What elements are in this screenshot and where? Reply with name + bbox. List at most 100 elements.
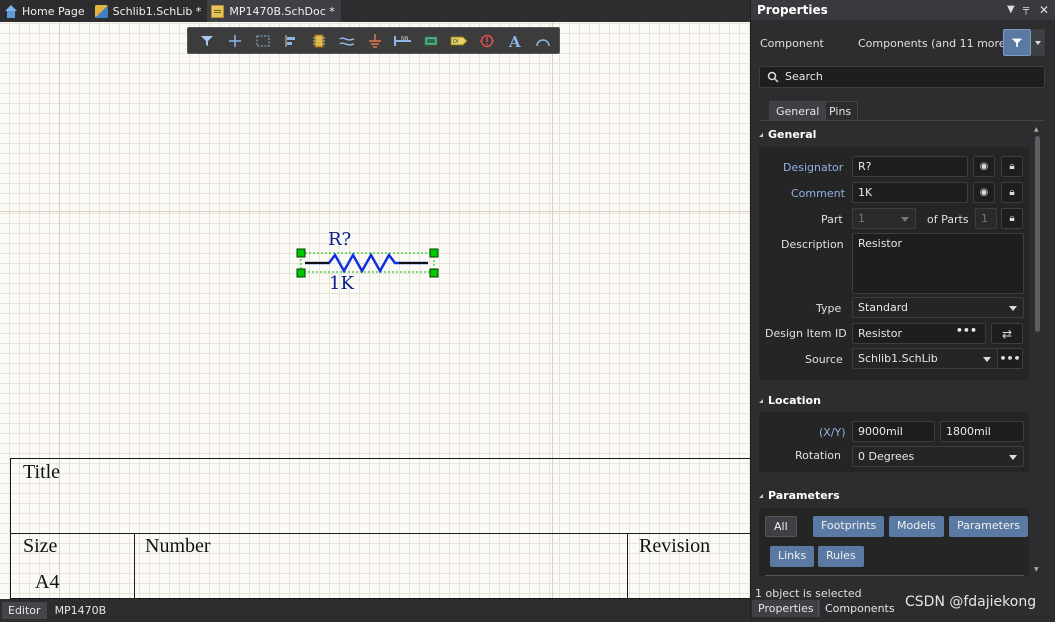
scroll-down-icon[interactable]: ▼ bbox=[1034, 566, 1039, 573]
home-icon bbox=[4, 4, 17, 18]
more-icon[interactable]: ••• bbox=[956, 324, 977, 337]
comment-lock-button[interactable]: 🔒︎ bbox=[1001, 182, 1023, 203]
filter-footprints-button[interactable]: Footprints bbox=[813, 516, 885, 537]
active-bar-toolbar: NN DI A bbox=[187, 27, 560, 54]
panel-menu-icon[interactable]: ▼ bbox=[1007, 4, 1015, 15]
designator-field[interactable]: R? bbox=[852, 156, 968, 177]
source-select[interactable]: Schlib1.SchLib bbox=[852, 348, 998, 369]
pin-icon[interactable]: ╤ bbox=[1023, 4, 1029, 15]
svg-text:A: A bbox=[508, 33, 521, 49]
tab-divider bbox=[759, 120, 1045, 121]
description-field[interactable]: Resistor bbox=[852, 233, 1024, 294]
title-block-divider bbox=[134, 533, 135, 598]
component-filter-text: Components (and 11 more) bbox=[858, 37, 1010, 50]
designator-lock-button[interactable]: 🔒︎ bbox=[1001, 156, 1023, 177]
chevron-down-icon bbox=[983, 357, 991, 362]
design-item-value: Resistor bbox=[858, 327, 902, 340]
arc-icon[interactable] bbox=[529, 30, 557, 52]
power-port-icon[interactable] bbox=[361, 30, 389, 52]
comment-visibility-button[interactable]: ◉ bbox=[973, 182, 995, 203]
close-icon[interactable]: ✕ bbox=[1039, 3, 1049, 17]
resistor-symbol bbox=[296, 248, 439, 278]
svg-text:NN: NN bbox=[401, 36, 409, 42]
parameters-section-header[interactable]: Parameters bbox=[759, 489, 840, 502]
of-parts-field: 1 bbox=[975, 208, 997, 229]
select-rect-icon[interactable] bbox=[249, 30, 277, 52]
title-block-divider bbox=[11, 533, 750, 534]
grid-line bbox=[0, 211, 750, 212]
type-value: Standard bbox=[858, 301, 909, 314]
tab-schdoc[interactable]: MP1470B.SchDoc * bbox=[207, 0, 341, 22]
designator-value: R? bbox=[858, 160, 872, 173]
tab-general[interactable]: General bbox=[769, 101, 827, 120]
eye-icon: ◉ bbox=[979, 161, 989, 172]
design-item-label: Design Item ID bbox=[765, 327, 847, 340]
filter-dropdown-button[interactable] bbox=[1031, 29, 1045, 56]
bus-icon[interactable]: NN bbox=[389, 30, 417, 52]
tab-home-page[interactable]: Home Page bbox=[0, 0, 91, 22]
filter-links-button[interactable]: Links bbox=[770, 546, 815, 567]
search-placeholder: Search bbox=[785, 70, 823, 83]
schematic-canvas[interactable]: NN DI A R? 1K Title Size A4 Number Revis… bbox=[0, 22, 750, 599]
size-label: Size bbox=[23, 535, 58, 557]
of-parts-value: 1 bbox=[981, 212, 988, 225]
tab-components[interactable]: Components bbox=[818, 600, 901, 617]
resistor-component[interactable]: R? 1K bbox=[296, 226, 440, 306]
revision-label: Revision bbox=[639, 535, 711, 557]
designator-visibility-button[interactable]: ◉ bbox=[973, 156, 995, 177]
scrollbar-thumb[interactable] bbox=[1035, 136, 1040, 332]
swap-button[interactable]: ⇄ bbox=[991, 323, 1023, 344]
source-more-button[interactable]: ••• bbox=[997, 348, 1023, 369]
more-icon: ••• bbox=[999, 352, 1021, 365]
source-value: Schlib1.SchLib bbox=[858, 352, 938, 365]
wire-icon[interactable] bbox=[333, 30, 361, 52]
filter-all-button[interactable]: All bbox=[765, 516, 797, 537]
net-label-icon[interactable]: DI bbox=[445, 30, 473, 52]
filter-rules-button[interactable]: Rules bbox=[818, 546, 864, 567]
general-section-header[interactable]: General bbox=[759, 128, 816, 141]
tab-pins[interactable]: Pins bbox=[822, 101, 859, 120]
tab-mp1470b[interactable]: MP1470B bbox=[49, 602, 113, 619]
tab-label: Home Page bbox=[22, 4, 85, 18]
rotation-select[interactable]: 0 Degrees bbox=[852, 446, 1024, 467]
size-value: A4 bbox=[35, 571, 60, 593]
scroll-up-icon[interactable]: ▲ bbox=[1034, 126, 1039, 133]
text-icon[interactable]: A bbox=[501, 30, 529, 52]
tab-label: Schlib1.SchLib * bbox=[112, 4, 202, 18]
harness-icon[interactable] bbox=[417, 30, 445, 52]
tab-properties[interactable]: Properties bbox=[752, 600, 820, 617]
x-value: 9000mil bbox=[858, 425, 903, 438]
y-field[interactable]: 1800mil bbox=[940, 421, 1024, 442]
lock-icon: 🔒︎ bbox=[1009, 161, 1015, 172]
part-lock-button[interactable]: 🔒︎ bbox=[1001, 208, 1023, 229]
chevron-down-icon bbox=[1009, 455, 1017, 460]
rotation-label: Rotation bbox=[795, 449, 842, 462]
filter-parameters-button[interactable]: Parameters bbox=[949, 516, 1028, 537]
search-input[interactable]: Search bbox=[759, 66, 1045, 88]
add-icon[interactable] bbox=[221, 30, 249, 52]
design-item-field[interactable]: Resistor ••• bbox=[852, 323, 986, 344]
tab-editor[interactable]: Editor bbox=[2, 602, 47, 619]
part-value: 1 bbox=[858, 212, 865, 225]
tab-schlib[interactable]: Schlib1.SchLib * bbox=[91, 0, 208, 22]
chevron-down-icon bbox=[1009, 306, 1017, 311]
part-select[interactable]: 1 bbox=[852, 208, 916, 229]
filter-models-button[interactable]: Models bbox=[889, 516, 944, 537]
align-icon[interactable] bbox=[277, 30, 305, 52]
component-comment[interactable]: 1K bbox=[329, 273, 354, 294]
comment-value: 1K bbox=[858, 186, 873, 199]
description-label: Description bbox=[781, 238, 844, 251]
filter-icon bbox=[1011, 38, 1023, 47]
location-section-header[interactable]: Location bbox=[759, 394, 821, 407]
schdoc-icon bbox=[211, 4, 225, 18]
comment-label: Comment bbox=[791, 187, 845, 200]
description-value: Resistor bbox=[858, 237, 902, 250]
x-field[interactable]: 9000mil bbox=[852, 421, 935, 442]
watermark: CSDN @fdajiekong bbox=[905, 594, 1037, 610]
comment-field[interactable]: 1K bbox=[852, 182, 968, 203]
filter-button[interactable] bbox=[1003, 29, 1031, 56]
type-select[interactable]: Standard bbox=[852, 297, 1024, 318]
no-erc-icon[interactable] bbox=[473, 30, 501, 52]
part-icon[interactable] bbox=[305, 30, 333, 52]
filter-icon[interactable] bbox=[193, 30, 221, 52]
